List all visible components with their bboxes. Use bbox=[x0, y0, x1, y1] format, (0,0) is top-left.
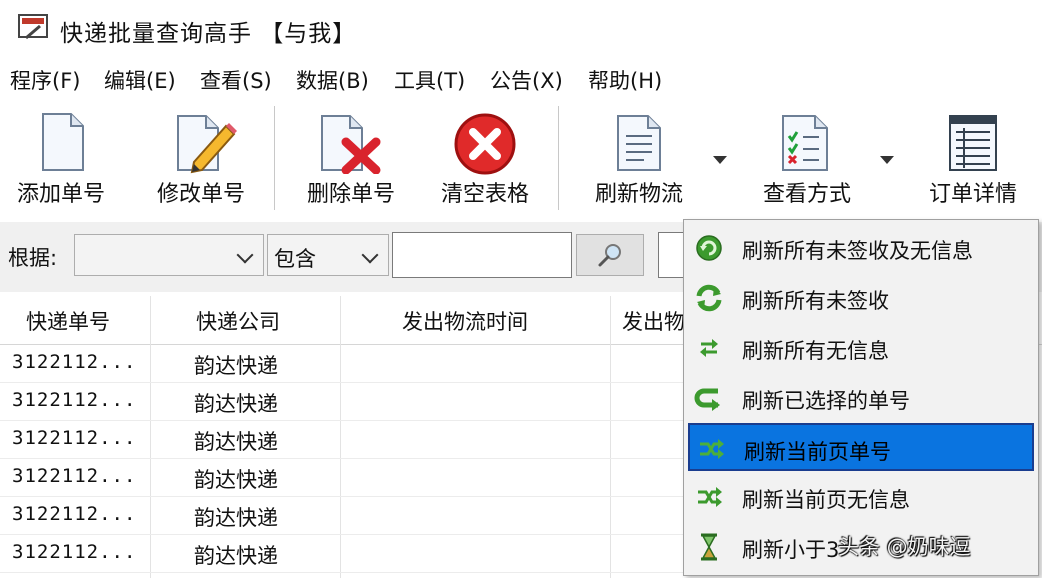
edit-document-icon bbox=[177, 115, 237, 174]
clear-icon bbox=[454, 113, 516, 175]
window-title: 快递批量查询高手 【与我】 bbox=[60, 21, 357, 47]
menu-item-refresh-unsigned[interactable]: 刷新所有未签收 bbox=[688, 274, 1034, 322]
menu-item-refresh-all-unsigned-noinfo[interactable]: 刷新所有未签收及无信息 bbox=[688, 224, 1034, 272]
tracking-number-cell: 3122112... bbox=[12, 465, 137, 487]
menu-view[interactable]: 查看(S) bbox=[200, 65, 272, 95]
delete-number-label: 删除单号 bbox=[306, 182, 395, 207]
company-cell: 韵达快递 bbox=[194, 354, 278, 378]
toolbar-separator bbox=[274, 106, 275, 210]
table-row[interactable]: 3122112... 韵达快递 bbox=[0, 344, 700, 383]
company-cell: 韵达快递 bbox=[194, 430, 278, 454]
refresh-dropdown-arrow-icon[interactable] bbox=[713, 156, 727, 164]
table-row[interactable]: 3122112... 韵达快递 bbox=[0, 420, 700, 459]
refresh-unsigned-icon bbox=[696, 284, 722, 312]
menu-tools[interactable]: 工具(T) bbox=[394, 65, 465, 95]
tracking-number-cell: 3122112... bbox=[12, 427, 137, 449]
menu-item-label: 刷新所有未签收 bbox=[742, 289, 889, 313]
menu-bar: 程序(F) 编辑(E) 查看(S) 数据(B) 工具(T) 公告(X) 帮助(H… bbox=[0, 60, 1042, 100]
menu-item-label: 刷新所有无信息 bbox=[742, 339, 889, 363]
table-row[interactable]: 3122112... 韵达快递 bbox=[0, 458, 700, 497]
column-header-send[interactable]: 发出物 bbox=[622, 306, 685, 336]
menu-item-label: 刷新当前页单号 bbox=[744, 440, 891, 464]
toolbar: 添加单号 修改单号 删除单号 清空表格 刷新物流 查看方式 订单详情 bbox=[0, 100, 1042, 218]
view-mode-label: 查看方式 bbox=[762, 182, 851, 207]
edit-number-label: 修改单号 bbox=[156, 182, 245, 207]
tracking-number-cell: 3122112... bbox=[12, 389, 137, 411]
menu-data[interactable]: 数据(B) bbox=[296, 65, 369, 95]
filter-label: 根据: bbox=[8, 246, 58, 270]
company-cell: 韵达快递 bbox=[194, 506, 278, 530]
checklist-icon bbox=[782, 115, 828, 171]
query-input[interactable] bbox=[392, 232, 572, 278]
edit-number-button[interactable]: 修改单号 bbox=[146, 100, 256, 212]
menu-item-refresh-noinfo[interactable]: 刷新所有无信息 bbox=[688, 324, 1034, 372]
column-header-company[interactable]: 快递公司 bbox=[196, 306, 280, 336]
refresh-logistics-label: 刷新物流 bbox=[594, 182, 683, 207]
column-header-number[interactable]: 快递单号 bbox=[26, 306, 110, 336]
refresh-all-icon bbox=[696, 235, 722, 261]
detail-form-icon bbox=[949, 115, 997, 171]
menu-item-label: 刷新小于3 bbox=[742, 538, 840, 562]
chevron-down-icon bbox=[361, 246, 379, 264]
watermark: 头条 @奶味逗 bbox=[838, 535, 971, 559]
refresh-selected-icon bbox=[694, 388, 720, 411]
menu-item-refresh-page-noinfo[interactable]: 刷新当前页无信息 bbox=[688, 473, 1034, 521]
column-header-send-time[interactable]: 发出物流时间 bbox=[402, 306, 528, 336]
delete-document-icon bbox=[321, 115, 381, 174]
menu-program[interactable]: 程序(F) bbox=[10, 65, 80, 95]
menu-notice[interactable]: 公告(X) bbox=[490, 65, 563, 95]
clear-table-label: 清空表格 bbox=[440, 182, 529, 207]
refresh-page-noinfo-icon bbox=[698, 487, 722, 507]
search-button[interactable] bbox=[576, 234, 644, 276]
new-document-icon bbox=[42, 113, 84, 171]
refresh-noinfo-icon bbox=[700, 339, 718, 357]
title-bar: 快递批量查询高手 【与我】 bbox=[0, 0, 1042, 58]
table-row[interactable]: 3122112... 韵达快递 bbox=[0, 496, 700, 535]
menu-item-label: 刷新当前页无信息 bbox=[742, 488, 910, 512]
order-detail-button[interactable]: 订单详情 bbox=[918, 100, 1028, 212]
hourglass-icon bbox=[701, 533, 717, 561]
add-number-label: 添加单号 bbox=[16, 182, 105, 207]
toolbar-separator bbox=[558, 106, 559, 210]
match-select[interactable]: 包含 bbox=[267, 234, 389, 276]
document-list-icon bbox=[617, 115, 661, 171]
refresh-page-icon bbox=[700, 439, 724, 459]
view-dropdown-arrow-icon[interactable] bbox=[880, 156, 894, 164]
company-cell: 韵达快递 bbox=[194, 544, 278, 568]
field-select[interactable] bbox=[74, 234, 264, 276]
menu-item-refresh-current-page[interactable]: 刷新当前页单号 bbox=[688, 423, 1034, 471]
menu-item-refresh-selected[interactable]: 刷新已选择的单号 bbox=[688, 374, 1034, 422]
search-icon bbox=[598, 244, 621, 267]
menu-help[interactable]: 帮助(H) bbox=[588, 65, 662, 95]
add-number-button[interactable]: 添加单号 bbox=[6, 100, 116, 212]
company-cell: 韵达快递 bbox=[194, 468, 278, 492]
chevron-down-icon bbox=[236, 246, 254, 264]
view-mode-button[interactable]: 查看方式 bbox=[752, 100, 862, 212]
table-row[interactable]: 3122112... 韵达快递 bbox=[0, 534, 700, 573]
menu-item-label: 刷新所有未签收及无信息 bbox=[742, 239, 973, 263]
match-select-value: 包含 bbox=[274, 247, 316, 271]
table-row[interactable]: 3122112... 韵达快递 bbox=[0, 382, 700, 421]
company-cell: 韵达快递 bbox=[194, 392, 278, 416]
refresh-logistics-button[interactable]: 刷新物流 bbox=[584, 100, 694, 212]
menu-item-label: 刷新已选择的单号 bbox=[742, 389, 910, 413]
tracking-number-cell: 3122112... bbox=[12, 503, 137, 525]
app-icon bbox=[18, 14, 48, 40]
clear-table-button[interactable]: 清空表格 bbox=[430, 100, 540, 212]
tracking-number-cell: 3122112... bbox=[12, 541, 137, 563]
delete-number-button[interactable]: 删除单号 bbox=[296, 100, 406, 212]
refresh-dropdown-menu: 刷新所有未签收及无信息 刷新所有未签收 刷新所有无信息 刷新已选择的单号 刷新当… bbox=[683, 219, 1039, 576]
order-detail-label: 订单详情 bbox=[928, 182, 1017, 207]
tracking-number-cell: 3122112... bbox=[12, 351, 137, 373]
menu-edit[interactable]: 编辑(E) bbox=[104, 65, 176, 95]
